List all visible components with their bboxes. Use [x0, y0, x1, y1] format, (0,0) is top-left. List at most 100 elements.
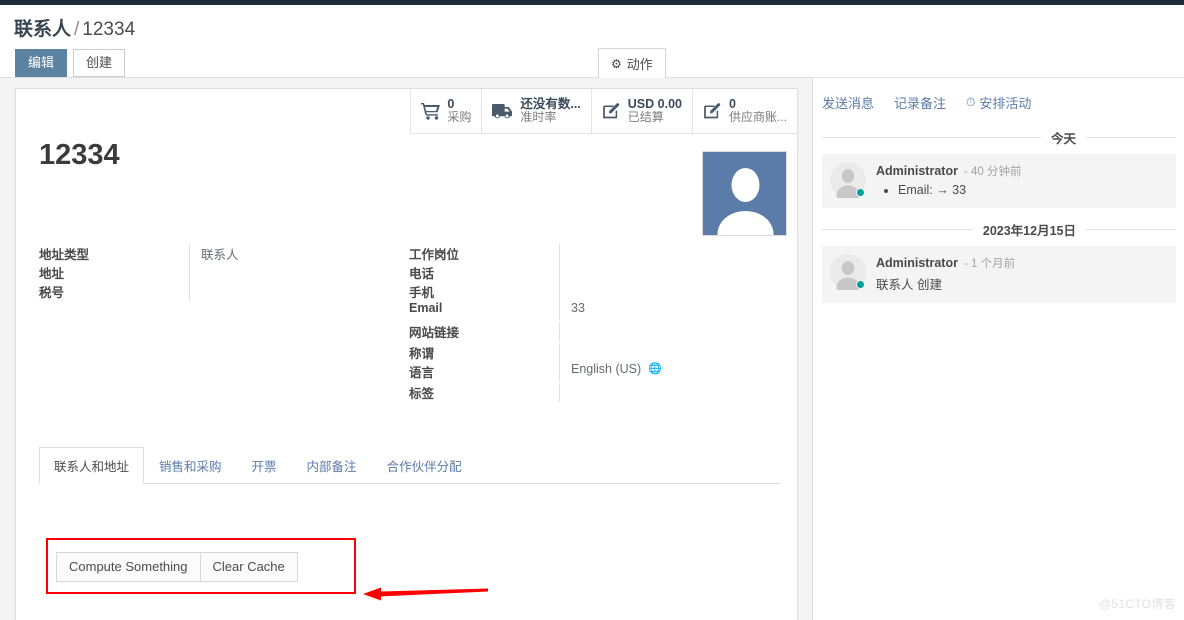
- tab-contacts-and-addresses[interactable]: 联系人和地址: [39, 447, 145, 484]
- field-value[interactable]: [559, 322, 759, 341]
- field-row-mobile: 手机: [409, 282, 759, 301]
- stat-button-invoiced[interactable]: USD 0.00 已结算: [590, 89, 692, 133]
- chatter-action-bar: 发送消息 记录备注 ⏱ 安排活动: [814, 78, 1184, 116]
- stat-label: 供应商账...: [728, 111, 787, 125]
- stat-button-purchases[interactable]: 0 采购: [410, 89, 482, 133]
- stat-value: 0: [447, 96, 455, 111]
- separator-line: [1086, 229, 1176, 230]
- form-sheet: 0 采购 还没有数... 准时率 USD 0.00 已结算 0 供应商账... …: [15, 88, 798, 620]
- breadcrumb-current: 12334: [82, 19, 136, 40]
- shopping-cart-icon: [421, 102, 441, 120]
- field-row-address: 地址: [39, 263, 409, 282]
- field-label: 地址类型: [39, 248, 90, 262]
- schedule-activity-label: 安排活动: [979, 95, 1032, 111]
- separator-label: 今天: [1050, 132, 1076, 146]
- field-row-email: Email 33: [409, 301, 759, 322]
- tab-partner-assignment[interactable]: 合作伙伴分配: [372, 447, 477, 484]
- field-value-container[interactable]: English (US) 🌐: [559, 362, 759, 381]
- notebook: 联系人和地址 销售和采购 开票 内部备注 合作伙伴分配 Compute Some…: [39, 447, 781, 594]
- create-button[interactable]: 创建: [73, 49, 126, 77]
- stat-value: 还没有数...: [520, 96, 581, 111]
- log-note-button[interactable]: 记录备注: [894, 93, 946, 112]
- left-arrow-annotation-icon: [363, 583, 488, 605]
- content-area: 0 采购 还没有数... 准时率 USD 0.00 已结算 0 供应商账... …: [0, 78, 1184, 620]
- field-label: 语言: [409, 366, 435, 380]
- app-root: 联系人/12334 编辑 创建 ⚙ 动作 0 采购 还没有数... 准时率 US…: [0, 0, 1184, 620]
- field-label: 标签: [409, 387, 435, 401]
- stat-button-on-time-rate[interactable]: 还没有数... 准时率: [481, 89, 591, 133]
- stat-label: 已结算: [627, 111, 664, 125]
- separator-label: 2023年12月15日: [982, 224, 1076, 238]
- message-author: Administrator: [876, 256, 958, 270]
- field-value: English (US): [571, 362, 642, 376]
- field-value[interactable]: 33: [559, 301, 759, 320]
- schedule-activity-button[interactable]: ⏱ 安排活动: [966, 93, 1031, 112]
- pencil-square-icon: [602, 102, 622, 120]
- delivery-truck-icon: [492, 103, 514, 119]
- field-label: 税号: [39, 286, 65, 300]
- field-value[interactable]: [559, 343, 759, 362]
- send-message-button[interactable]: 发送消息: [822, 93, 874, 112]
- field-value[interactable]: [189, 263, 409, 282]
- globe-icon[interactable]: 🌐: [648, 362, 662, 375]
- chatter-message: Administrator - 1 个月前 联系人 创建: [822, 246, 1176, 303]
- watermark: @51CTO博客: [1098, 597, 1176, 611]
- action-menu-button[interactable]: ⚙ 动作: [598, 48, 666, 79]
- avatar[interactable]: [830, 254, 866, 297]
- chatter-message: Administrator - 40 分钟前 Email: → 33: [822, 154, 1176, 208]
- message-header: Administrator - 1 个月前: [876, 255, 1168, 271]
- avatar[interactable]: [830, 162, 866, 205]
- thread-date-separator-today: 今天: [822, 128, 1176, 147]
- tab-internal-notes[interactable]: 内部备注: [292, 447, 372, 484]
- field-row-address-type: 地址类型 联系人: [39, 244, 409, 263]
- page-button-group: Compute Something Clear Cache: [56, 552, 298, 582]
- tab-sales-and-purchase[interactable]: 销售和采购: [144, 447, 237, 484]
- user-placeholder-avatar-icon: [703, 152, 786, 235]
- tab-invoicing[interactable]: 开票: [237, 447, 292, 484]
- message-timestamp: - 1 个月前: [963, 258, 1016, 270]
- gear-icon: ⚙: [611, 56, 622, 71]
- message-content: 联系人 创建: [876, 278, 942, 292]
- stat-button-box: 0 采购 还没有数... 准时率 USD 0.00 已结算 0 供应商账...: [410, 89, 797, 134]
- breadcrumb-separator: /: [74, 19, 80, 40]
- field-label: 电话: [409, 267, 435, 281]
- field-label: 手机: [409, 286, 435, 300]
- clock-icon: ⏱: [966, 94, 976, 109]
- field-value[interactable]: [189, 282, 409, 301]
- message-author: Administrator: [876, 164, 958, 178]
- field-value[interactable]: [559, 263, 759, 282]
- breadcrumb: 联系人/12334: [14, 14, 135, 41]
- stat-value: 0: [728, 96, 736, 111]
- field-row-language: 语言 English (US) 🌐: [409, 362, 759, 383]
- form-field-groups: 地址类型 联系人 地址 税号 工作岗位 电话 手机 Email 33 网站链接 …: [39, 244, 779, 402]
- clear-cache-button[interactable]: Clear Cache: [200, 552, 298, 582]
- chatter-panel: 发送消息 记录备注 ⏱ 安排活动 今天 Administrator - 40 分…: [814, 78, 1184, 620]
- breadcrumb-root[interactable]: 联系人: [14, 19, 71, 40]
- record-buttons: 编辑 创建: [15, 49, 126, 77]
- field-group-right: 工作岗位 电话 手机 Email 33 网站链接 称谓 语言 English (…: [409, 244, 759, 402]
- field-value[interactable]: [559, 383, 759, 402]
- message-timestamp: - 40 分钟前: [963, 166, 1022, 178]
- field-value[interactable]: [559, 282, 759, 301]
- pencil-square-icon: [703, 102, 723, 120]
- avatar[interactable]: [702, 151, 787, 236]
- field-value[interactable]: 联系人: [189, 244, 409, 263]
- form-view-area: 0 采购 还没有数... 准时率 USD 0.00 已结算 0 供应商账... …: [0, 78, 813, 620]
- message-content: Email: → 33: [876, 183, 1168, 197]
- message-body: Administrator - 40 分钟前 Email: → 33: [876, 162, 1168, 198]
- field-value[interactable]: [559, 244, 759, 263]
- edit-button[interactable]: 编辑: [15, 49, 68, 77]
- field-group-left: 地址类型 联系人 地址 税号: [39, 244, 409, 402]
- send-message-label: 发送消息: [822, 95, 875, 111]
- field-label: 网站链接: [409, 326, 460, 340]
- stat-button-vendor-bills[interactable]: 0 供应商账...: [691, 89, 797, 133]
- field-label: 地址: [39, 267, 65, 281]
- record-title: 12334: [39, 139, 120, 171]
- notebook-tabs: 联系人和地址 销售和采购 开票 内部备注 合作伙伴分配: [39, 447, 781, 484]
- field-row-website: 网站链接: [409, 322, 759, 343]
- stat-label: 准时率: [520, 111, 557, 125]
- field-row-job-position: 工作岗位: [409, 244, 759, 263]
- compute-something-button[interactable]: Compute Something: [56, 552, 201, 582]
- separator-line: [822, 229, 973, 230]
- field-row-tax-id: 税号: [39, 282, 409, 301]
